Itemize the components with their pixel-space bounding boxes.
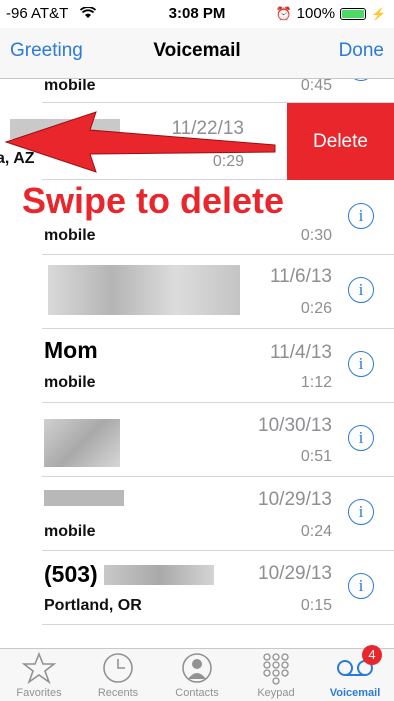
tab-label: Voicemail bbox=[329, 687, 381, 699]
tab-keypad[interactable]: Keypad bbox=[237, 649, 315, 701]
tab-recents[interactable]: Recents bbox=[79, 649, 157, 701]
tab-voicemail[interactable]: 4 Voicemail bbox=[316, 645, 394, 701]
voicemail-badge: 4 bbox=[362, 645, 382, 665]
star-icon bbox=[22, 651, 56, 685]
tab-label: Keypad bbox=[257, 687, 295, 699]
tab-label: Contacts bbox=[175, 687, 219, 699]
tab-favorites[interactable]: Favorites bbox=[0, 649, 78, 701]
keypad-icon bbox=[263, 653, 289, 685]
tab-bar: Favorites Recents Contacts Keypad 4 Voic… bbox=[0, 645, 394, 701]
clock-icon bbox=[103, 653, 133, 683]
person-icon bbox=[182, 653, 212, 683]
tab-contacts[interactable]: Contacts bbox=[158, 649, 236, 701]
swipe-arrow-icon bbox=[4, 111, 276, 173]
tab-label: Recents bbox=[97, 687, 139, 699]
tab-label: Favorites bbox=[16, 687, 62, 699]
swipe-annotation: Swipe to delete bbox=[22, 180, 285, 221]
